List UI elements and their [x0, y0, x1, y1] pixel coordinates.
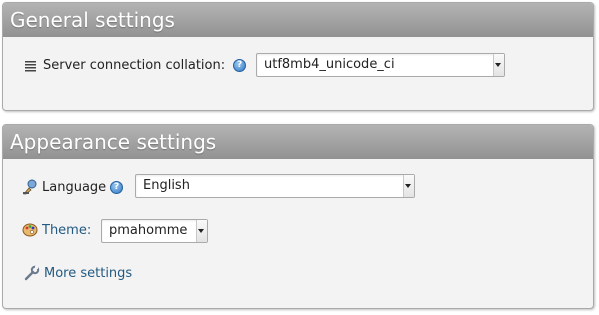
general-settings-panel: General settings Server connection colla…: [2, 2, 594, 111]
wrench-icon: [24, 265, 40, 281]
collation-row: Server connection collation: ?: [24, 58, 247, 73]
collation-select[interactable]: utf8mb4_unicode_ci: [256, 53, 505, 77]
appearance-settings-title: Appearance settings: [3, 125, 593, 159]
chevron-down-icon: [405, 184, 411, 188]
collation-selected-value: utf8mb4_unicode_ci: [264, 57, 395, 72]
more-settings-row[interactable]: More settings: [24, 265, 132, 281]
language-select[interactable]: English: [135, 174, 415, 198]
appearance-settings-panel: Appearance settings Language ? English T…: [2, 124, 594, 309]
chevron-down-icon: [198, 229, 204, 233]
language-icon: [22, 179, 38, 195]
theme-row: Theme:: [22, 222, 91, 238]
theme-palette-icon: [22, 222, 38, 238]
theme-selected-value: pmahomme: [109, 223, 188, 238]
theme-select[interactable]: pmahomme: [101, 219, 208, 243]
general-settings-title: General settings: [3, 3, 593, 37]
language-help-icon[interactable]: ?: [110, 180, 124, 194]
chevron-down-icon: [495, 63, 501, 67]
language-label: Language: [42, 179, 107, 195]
language-row: Language ?: [22, 179, 124, 195]
language-selected-value: English: [143, 178, 190, 193]
collation-label: Server connection collation:: [43, 58, 226, 73]
collation-help-icon[interactable]: ?: [233, 59, 247, 72]
collation-icon: [24, 59, 37, 72]
more-settings-link[interactable]: More settings: [44, 266, 132, 281]
theme-link[interactable]: Theme:: [42, 223, 91, 238]
